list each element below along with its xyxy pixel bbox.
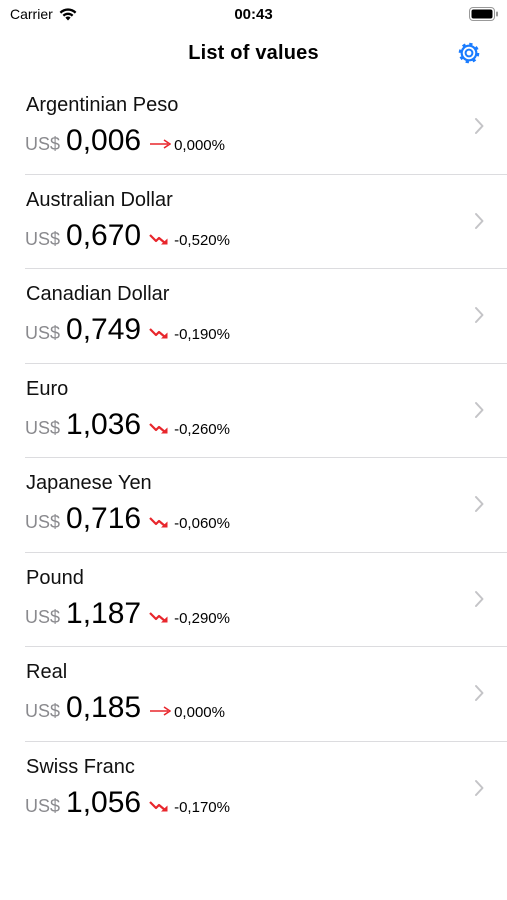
trend-down-icon [149,800,168,811]
trend-flat-icon [150,706,172,716]
value-line: US$ 0,670 -0,520% [25,219,230,253]
value-line: US$ 0,749 -0,190% [25,313,230,347]
currency-name: Real [26,661,68,683]
value-line: US$ 1,036 -0,260% [25,408,230,442]
status-bar: Carrier 00:43 [0,0,507,30]
list-item[interactable]: Canadian Dollar US$ 0,749 -0,190% [0,269,507,364]
gear-icon [458,42,480,64]
chevron-right-icon [475,118,484,134]
exchange-value: 0,006 [66,124,142,157]
currency-name: Japanese Yen [26,472,152,494]
currency-prefix: US$ [25,417,61,438]
trend-flat-icon [150,139,172,149]
chevron-right-icon [475,401,484,418]
chevron-right-icon [475,212,484,229]
exchange-value: 0,749 [66,313,142,346]
list-item[interactable]: Pound US$ 1,187 -0,290% [0,553,507,647]
currency-prefix: US$ [25,606,61,627]
exchange-value: 0,185 [66,691,142,724]
currency-name: Australian Dollar [26,188,173,211]
value-line: US$ 0,716 -0,060% [25,502,230,536]
list-item[interactable]: Japanese Yen US$ 0,716 -0,060% [0,458,507,553]
change-percent: -0,520% [174,231,230,249]
currency-name: Argentinian Peso [26,94,179,116]
list-item[interactable]: Australian Dollar US$ 0,670 -0,520% [0,175,507,269]
value-line: US$ 1,056 -0,170% [25,786,230,820]
list-item[interactable]: Real US$ 0,185 0,000% [0,647,507,742]
chevron-right-icon [475,685,484,701]
page-title: List of values [188,42,319,64]
exchange-value: 1,187 [66,596,142,630]
exchange-value: 1,036 [66,407,142,441]
change-percent: 0,000% [174,137,225,154]
exchange-value: 0,716 [66,502,142,535]
currency-prefix: US$ [25,701,61,721]
exchange-value: 0,670 [66,218,142,252]
exchange-value: 1,056 [66,785,142,819]
chevron-right-icon [475,779,484,796]
currency-name: Pound [26,566,84,589]
currency-prefix: US$ [25,228,61,249]
trend-down-icon [149,517,168,528]
currency-name: Euro [26,377,69,400]
change-percent: -0,060% [174,515,230,532]
currency-prefix: US$ [25,323,61,343]
change-percent: -0,260% [174,420,230,438]
status-time: 00:43 [234,6,273,23]
battery-icon [469,7,498,21]
currency-prefix: US$ [25,512,61,532]
navigation-bar: List of values [0,30,507,76]
currency-name: Canadian Dollar [26,283,170,305]
currency-list: Argentinian Peso US$ 0,006 0,000% Australian… [0,80,507,836]
currency-name: Swiss Franc [26,755,135,778]
change-percent: -0,170% [174,798,230,816]
list-item[interactable]: Swiss Franc US$ 1,056 -0,170% [0,742,507,837]
value-line: US$ 0,006 0,000% [25,124,225,158]
trend-down-icon [149,328,168,339]
currency-prefix: US$ [25,134,61,154]
trend-down-icon [149,611,168,622]
chevron-right-icon [475,496,484,512]
change-percent: 0,000% [174,704,225,721]
value-line: US$ 0,185 0,000% [25,691,225,725]
chevron-right-icon [475,307,484,323]
change-percent: -0,290% [174,609,230,627]
trend-down-icon [149,233,168,244]
currency-prefix: US$ [25,795,61,816]
settings-button[interactable] [455,39,483,67]
list-item[interactable]: Euro US$ 1,036 -0,260% [0,364,507,458]
chevron-right-icon [475,590,484,607]
value-line: US$ 1,187 -0,290% [25,597,230,631]
change-percent: -0,190% [174,326,230,343]
list-item[interactable]: Argentinian Peso US$ 0,006 0,000% [0,80,507,175]
trend-down-icon [149,422,168,433]
